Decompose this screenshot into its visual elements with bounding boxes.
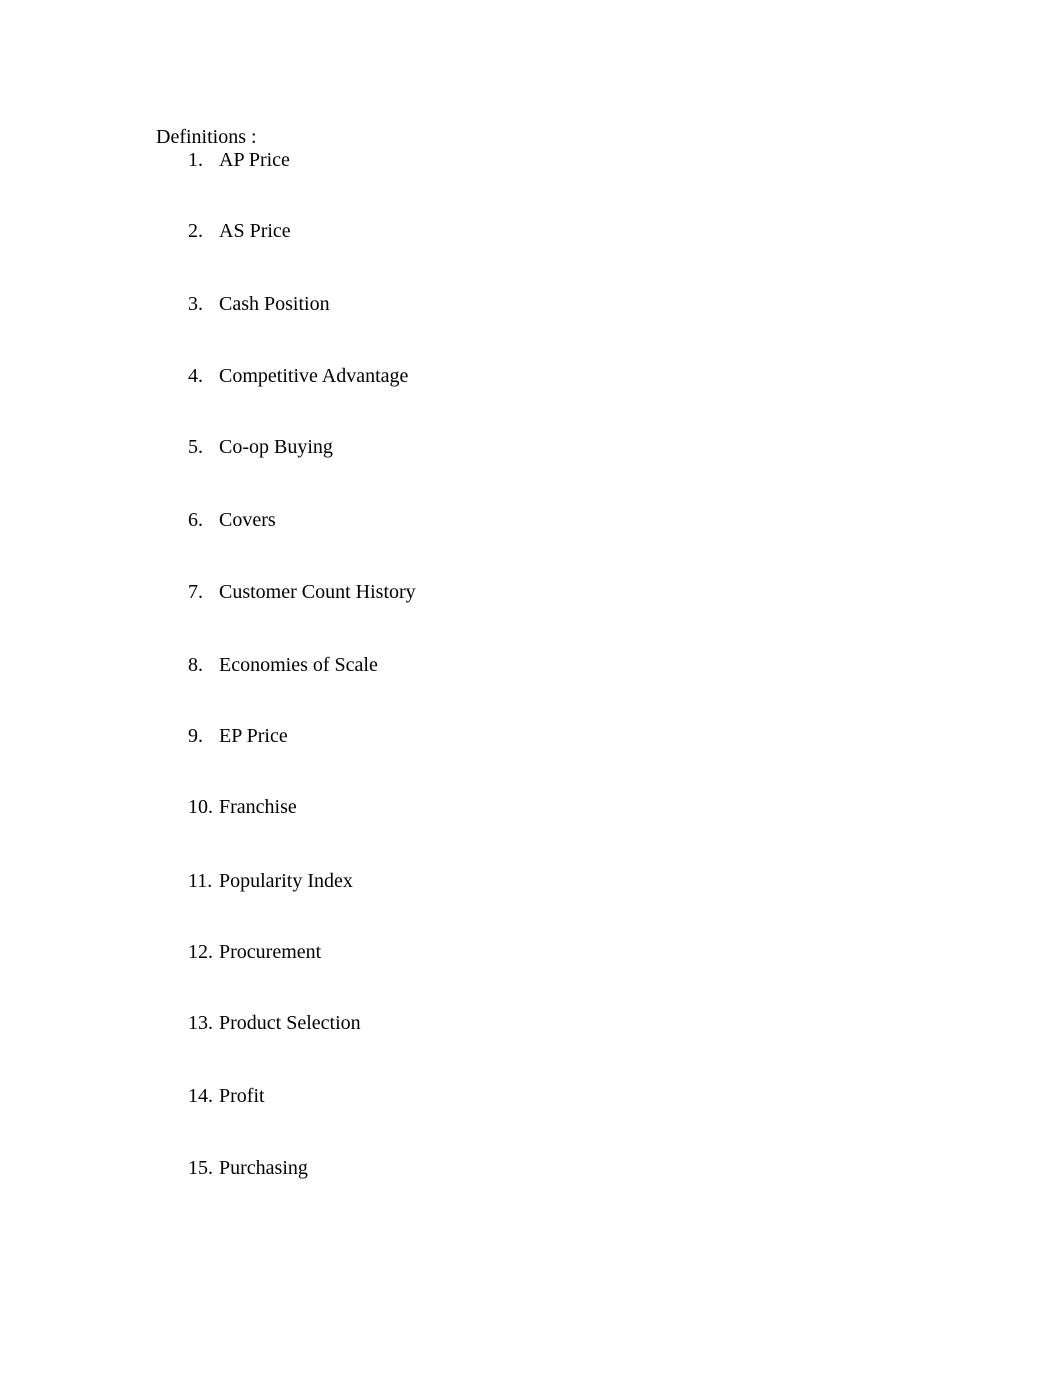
item-term: Profit	[219, 1085, 265, 1107]
item-term: Economies of Scale	[219, 654, 378, 676]
item-number: 6.	[188, 509, 203, 531]
item-number: 10.	[188, 796, 213, 818]
list-item: 15. Purchasing	[188, 1155, 308, 1181]
list-item: 6. Covers	[188, 507, 276, 533]
item-term: Competitive Advantage	[219, 365, 409, 387]
list-item: 14. Profit	[188, 1083, 265, 1109]
item-term: Co-op Buying	[219, 436, 333, 458]
item-term: Covers	[219, 509, 276, 531]
list-item: 11. Popularity Index	[188, 868, 353, 894]
item-term: AP Price	[219, 149, 290, 171]
item-term: Popularity Index	[219, 870, 353, 892]
item-number: 3.	[188, 293, 203, 315]
item-number: 11.	[188, 870, 213, 892]
list-item: 5. Co-op Buying	[188, 434, 333, 460]
item-term: Cash Position	[219, 293, 330, 315]
item-term: EP Price	[219, 725, 288, 747]
item-number: 2.	[188, 220, 203, 242]
list-item: 8. Economies of Scale	[188, 652, 378, 678]
item-term: AS Price	[219, 220, 291, 242]
list-item: 12. Procurement	[188, 939, 321, 965]
item-number: 9.	[188, 725, 203, 747]
list-item: 10. Franchise	[188, 794, 297, 820]
list-item: 1. AP Price	[188, 147, 290, 173]
item-number: 15.	[188, 1157, 213, 1179]
list-item: 9. EP Price	[188, 723, 288, 749]
item-number: 1.	[188, 149, 203, 171]
list-item: 2. AS Price	[188, 218, 291, 244]
item-number: 4.	[188, 365, 203, 387]
item-number: 12.	[188, 941, 213, 963]
item-term: Purchasing	[219, 1157, 308, 1179]
item-number: 7.	[188, 581, 203, 603]
list-item: 3. Cash Position	[188, 291, 330, 317]
item-term: Franchise	[219, 796, 297, 818]
item-number: 8.	[188, 654, 203, 676]
list-item: 7. Customer Count History	[188, 579, 416, 605]
list-item: 4. Competitive Advantage	[188, 363, 408, 389]
list-item: 13. Product Selection	[188, 1010, 361, 1036]
item-term: Customer Count History	[219, 581, 416, 603]
item-term: Product Selection	[219, 1012, 361, 1034]
item-number: 5.	[188, 436, 203, 458]
item-number: 14.	[188, 1085, 213, 1107]
item-term: Procurement	[219, 941, 322, 963]
item-number: 13.	[188, 1012, 213, 1034]
